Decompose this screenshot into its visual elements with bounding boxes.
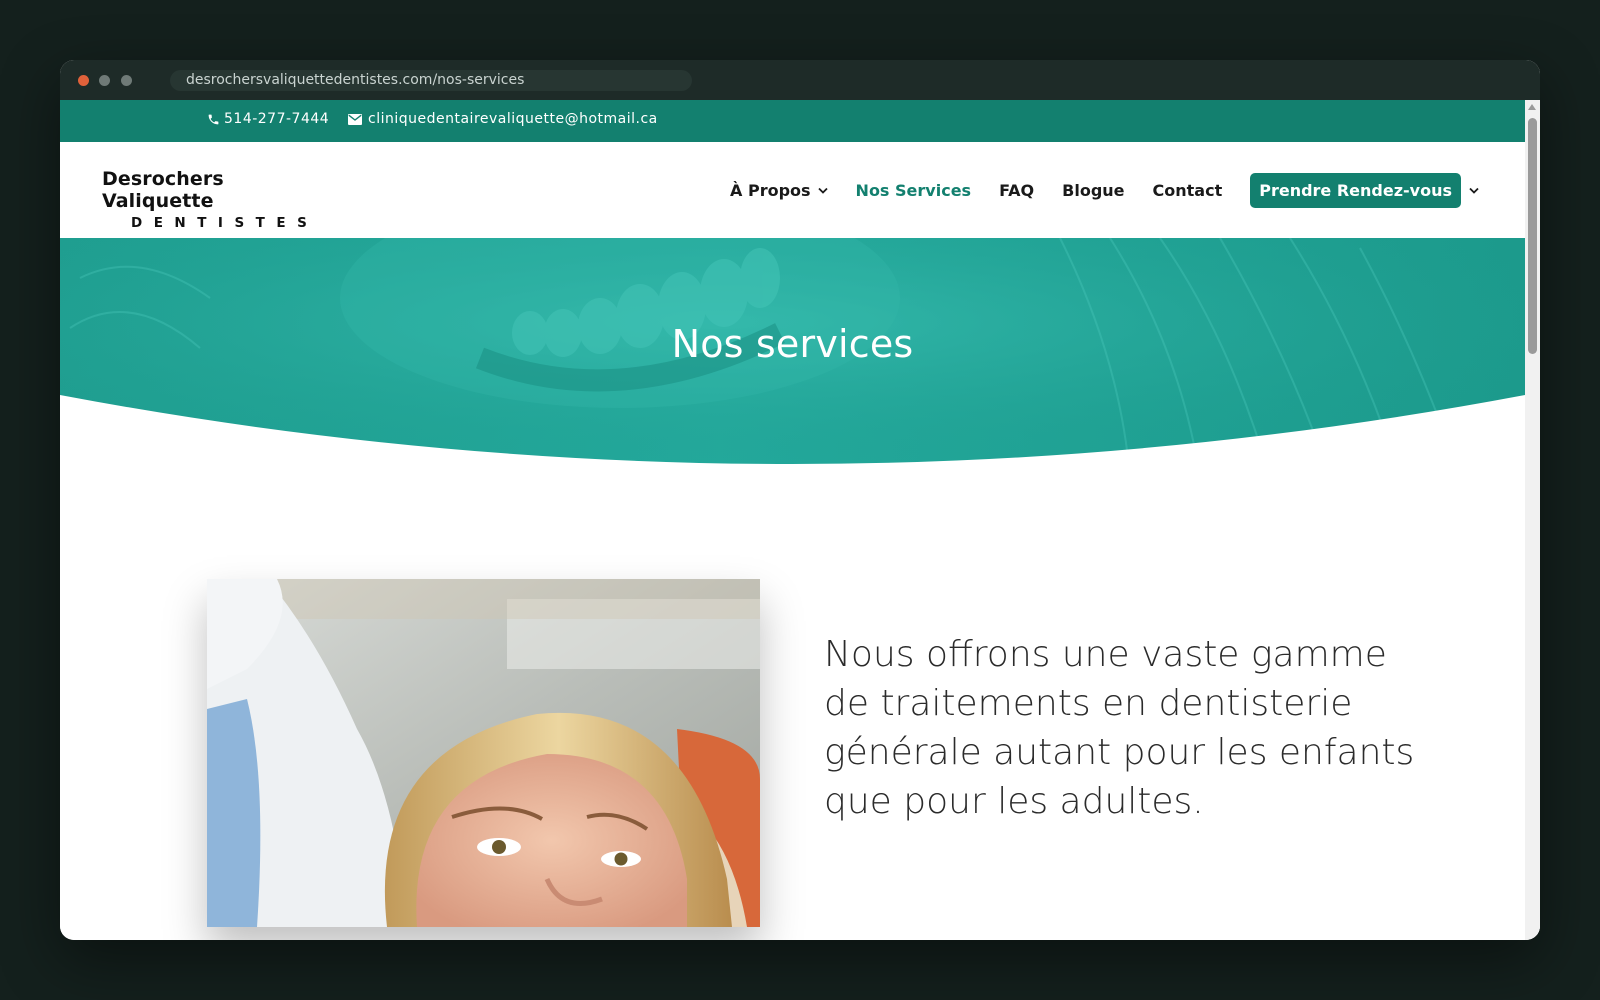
page-viewport: 514-277-7444 cliniquedentairevaliquette@…	[60, 100, 1540, 940]
book-appointment-button[interactable]: Prendre Rendez-vous	[1250, 173, 1461, 208]
logo-name: Desrochers Valiquette	[102, 168, 224, 212]
nav-item-label: FAQ	[999, 181, 1035, 200]
chevron-down-icon[interactable]	[1469, 187, 1479, 194]
phone-link[interactable]: 514-277-7444	[207, 111, 329, 127]
nav-item-label: Blogue	[1062, 181, 1125, 200]
contact-topbar: 514-277-7444 cliniquedentairevaliquette@…	[60, 100, 1525, 142]
nav-item-services[interactable]: Nos Services	[856, 181, 972, 200]
site-header: Desrochers Valiquette DENTISTES À Propos…	[60, 142, 1525, 238]
hero-banner: Nos services	[60, 238, 1525, 478]
address-bar[interactable]: desrochersvaliquettedentistes.com/nos-se…	[170, 70, 692, 91]
scroll-up-arrow-icon[interactable]	[1528, 104, 1536, 110]
email-link[interactable]: cliniquedentairevaliquette@hotmail.ca	[348, 111, 658, 127]
nav-item-faq[interactable]: FAQ	[999, 181, 1034, 200]
patient-photo	[207, 579, 760, 927]
maximize-window-button[interactable]	[121, 75, 132, 86]
browser-window: desrochersvaliquettedentistes.com/nos-se…	[60, 60, 1540, 940]
logo-subtitle: DENTISTES	[131, 215, 319, 231]
scrollbar-thumb[interactable]	[1528, 118, 1537, 354]
envelope-icon	[348, 113, 362, 125]
browser-chrome: desrochersvaliquettedentistes.com/nos-se…	[60, 60, 1540, 100]
page-scrollbar[interactable]	[1525, 100, 1540, 940]
email-address: cliniquedentairevaliquette@hotmail.ca	[368, 111, 658, 127]
nav-item-label: Nos Services	[855, 181, 972, 200]
services-intro-text: Nous offrons une vaste gamme de traiteme…	[824, 634, 1415, 822]
close-window-button[interactable]	[78, 75, 89, 86]
site-logo[interactable]: Desrochers Valiquette DENTISTES	[102, 168, 332, 231]
minimize-window-button[interactable]	[99, 75, 110, 86]
nav-item-a-propos[interactable]: À Propos	[730, 181, 828, 200]
phone-icon	[207, 113, 220, 126]
nav-item-label: Contact	[1152, 181, 1223, 200]
nav-item-contact[interactable]: Contact	[1153, 181, 1223, 200]
nav-item-blogue[interactable]: Blogue	[1062, 181, 1124, 200]
main-nav: À Propos Nos Services FAQ Blogue Contact	[702, 173, 1479, 208]
chevron-down-icon	[817, 187, 828, 194]
phone-number: 514-277-7444	[224, 111, 330, 127]
hero-curve-divider	[60, 395, 1525, 478]
nav-item-label: À Propos	[730, 181, 811, 200]
